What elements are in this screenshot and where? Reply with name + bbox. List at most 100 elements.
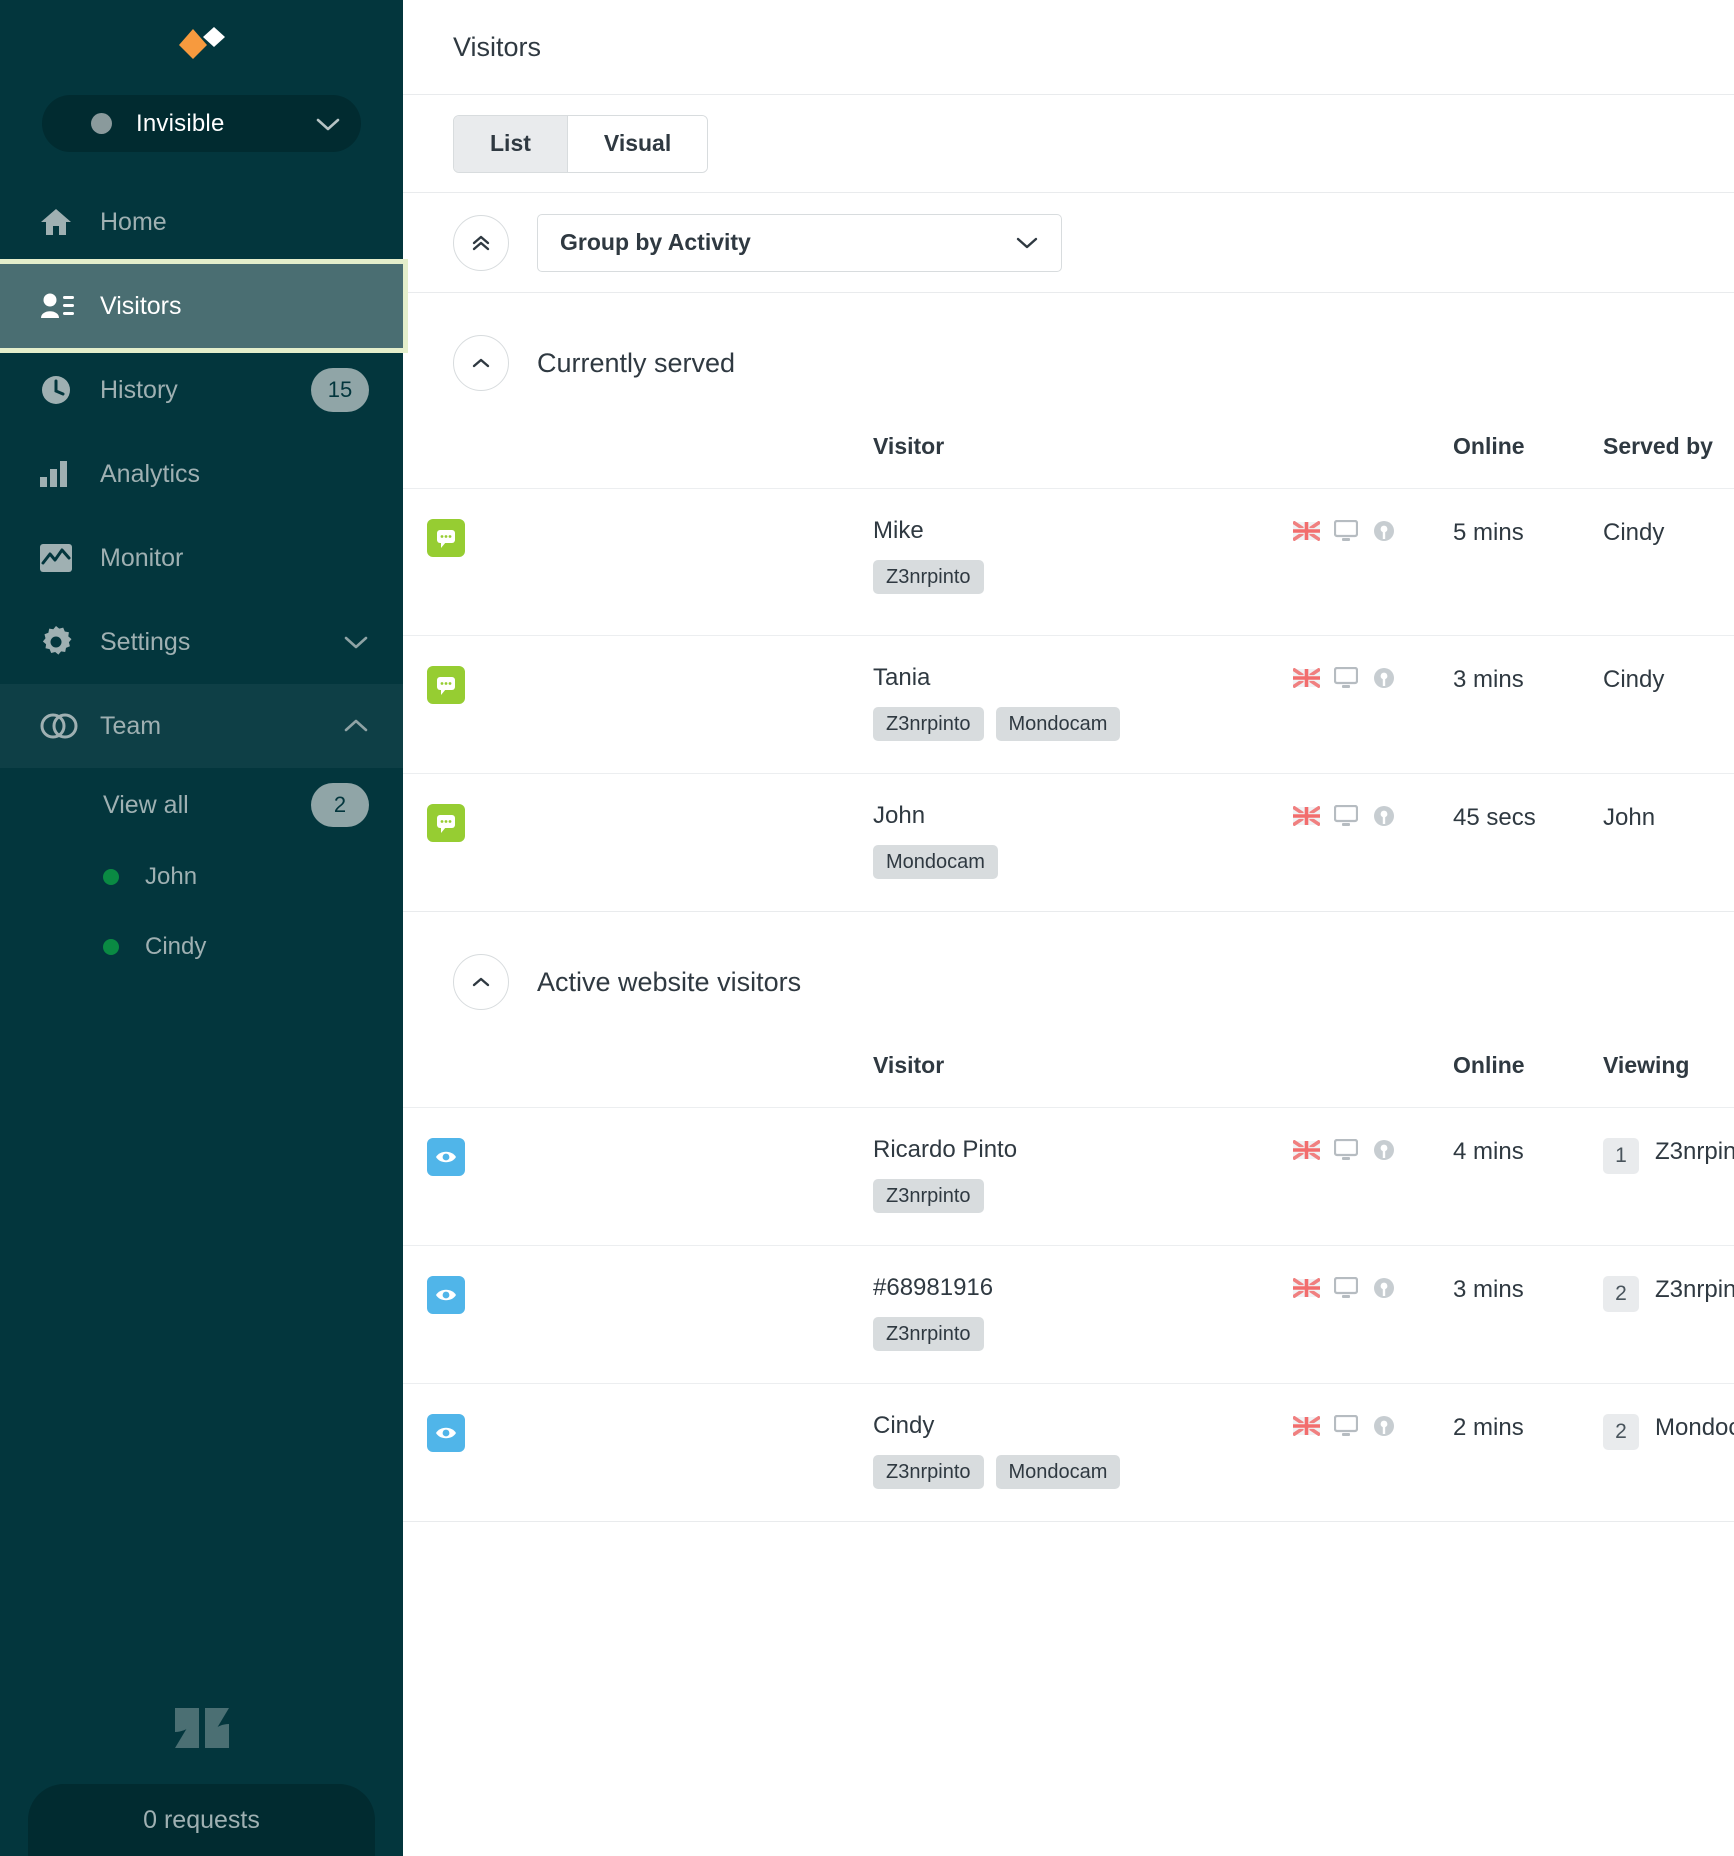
team-view-all[interactable]: View all 2 (0, 768, 403, 842)
served-by-cell: Cindy (1603, 488, 1734, 636)
team-submenu: View all 2 John Cindy (0, 768, 403, 998)
row-badge-cell (403, 1384, 873, 1522)
visitor-cell: Ricardo Pinto Z3nrpinto (873, 1107, 1293, 1246)
online-cell: 5 mins (1453, 488, 1603, 636)
table-header-row: Visitor Online Viewing (403, 1052, 1734, 1108)
requests-button[interactable]: 0 requests (28, 1784, 375, 1856)
table-row[interactable]: John Mondocam 45 secs John (403, 774, 1734, 912)
sidebar-item-settings[interactable]: Settings (0, 600, 403, 684)
spacer-col (403, 433, 873, 489)
chat-badge-icon (427, 519, 465, 557)
section-title: Currently served (537, 347, 736, 378)
location-icon (1372, 519, 1396, 543)
desktop-icon (1334, 520, 1358, 542)
online-cell: 4 mins (1453, 1107, 1603, 1246)
online-cell: 2 mins (1453, 1414, 1524, 1441)
uk-flag-icon (1293, 1416, 1320, 1436)
section-title: Active website visitors (537, 966, 802, 997)
sidebar-item-home[interactable]: Home (0, 180, 403, 264)
visitor-name: Cindy (873, 1412, 935, 1439)
team-view-all-label: View all (103, 790, 189, 819)
toolbar: Group by Activity (403, 193, 1734, 293)
column-viewing: Viewing (1603, 1052, 1734, 1108)
visitor-name: Ricardo Pinto (873, 1136, 1018, 1163)
table-row[interactable]: Tania Z3nrpinto Mondocam 3 mins Cindy (403, 635, 1734, 774)
section-toggle-button[interactable] (453, 335, 509, 391)
status-dot-icon (91, 113, 112, 134)
table-row[interactable]: Cindy Z3nrpinto Mondocam 2 mins 2 Mondo (403, 1384, 1734, 1522)
visitor-cell: Cindy Z3nrpinto Mondocam (873, 1384, 1293, 1522)
table-header: Visitor Online Viewing (403, 1052, 1734, 1108)
team-member-name: Cindy (145, 933, 207, 960)
agent-status-selector[interactable]: Invisible (42, 95, 361, 152)
visitor-name: #68981916 (873, 1274, 994, 1301)
online-status-dot-icon (103, 939, 119, 955)
viewing-page-label: Z3nrpinto (1655, 1138, 1734, 1165)
viewing-page-label: Mondocam (1655, 1414, 1734, 1441)
column-online: Online (1453, 433, 1603, 489)
chat-badge-icon (427, 666, 465, 704)
table-header-row: Visitor Online Served by Viewing (403, 433, 1734, 489)
chevron-down-icon (315, 116, 341, 132)
uk-flag-icon (1293, 668, 1320, 688)
table-row[interactable]: #68981916 Z3nrpinto 3 mins 2 Z3nrpin (403, 1245, 1734, 1384)
visitor-name: John (873, 802, 926, 829)
visitor-tags: Mondocam (873, 845, 1293, 879)
uk-flag-icon (1293, 1140, 1320, 1160)
viewing-count-chip: 1 (1603, 1138, 1639, 1174)
app-root: Invisible Home Visitors History 15 Analy… (0, 0, 1734, 1856)
active-visitors-table: Visitor Online Viewing Ricardo Pinto Z3n… (403, 1052, 1734, 1521)
tab-visual[interactable]: Visual (566, 115, 708, 172)
visitor-name: Mike (873, 517, 924, 544)
column-served-by: Served by (1603, 433, 1734, 489)
team-member-cindy[interactable]: Cindy (0, 912, 403, 982)
chevron-up-icon (343, 718, 369, 734)
row-badge-cell (403, 635, 873, 774)
eye-badge-icon (427, 1276, 465, 1314)
collapse-all-button[interactable] (453, 214, 509, 271)
table-row[interactable]: Ricardo Pinto Z3nrpinto 4 mins 1 Z3nrpin (403, 1107, 1734, 1246)
table-row[interactable]: Mike Z3nrpinto 5 mins Cindy (403, 488, 1734, 636)
row-badge-cell (403, 488, 873, 636)
column-icons (1293, 433, 1453, 489)
visitors-icon (40, 292, 82, 320)
visitor-tags: Z3nrpinto (873, 1179, 1293, 1213)
online-cell: 45 secs (1453, 804, 1536, 831)
tab-list[interactable]: List (454, 115, 567, 172)
team-icon (40, 713, 82, 739)
view-tabs: List Visual (453, 114, 709, 173)
agent-status-label: Invisible (136, 109, 225, 137)
row-badge-cell (403, 1245, 873, 1384)
tag: Z3nrpinto (873, 1455, 984, 1489)
device-icons-cell (1293, 1245, 1453, 1384)
device-icons-cell (1293, 1107, 1453, 1246)
tag: Z3nrpinto (873, 1317, 984, 1351)
sidebar: Invisible Home Visitors History 15 Analy… (0, 0, 408, 1856)
uk-flag-icon (1293, 1278, 1320, 1298)
column-online: Online (1453, 1052, 1603, 1108)
sidebar-item-analytics[interactable]: Analytics (0, 432, 403, 516)
uk-flag-icon (1293, 521, 1320, 541)
section-toggle-button[interactable] (453, 954, 509, 1010)
group-by-select[interactable]: Group by Activity (537, 213, 1062, 272)
double-chevron-up-icon (469, 231, 493, 255)
sidebar-item-history[interactable]: History 15 (0, 348, 403, 432)
zendesk-chat-logo-icon (178, 26, 225, 59)
team-count-badge: 2 (311, 783, 369, 827)
sidebar-item-monitor[interactable]: Monitor (0, 516, 403, 600)
team-member-john[interactable]: John (0, 842, 403, 912)
page-header: Visitors (403, 0, 1734, 95)
sidebar-item-team[interactable]: Team (0, 684, 403, 768)
section-header: Currently served (403, 293, 1734, 433)
viewing-count-chip: 2 (1603, 1276, 1639, 1312)
visitor-tags: Z3nrpinto Mondocam (873, 707, 1293, 741)
viewing-cell: 2 Z3nrpinto (1603, 1245, 1734, 1384)
sidebar-item-visitors[interactable]: Visitors (0, 259, 408, 353)
table-body: Mike Z3nrpinto 5 mins Cindy Tania Z3nrpi… (403, 488, 1734, 912)
column-icons (1293, 1052, 1453, 1108)
row-badge-cell (403, 774, 873, 912)
tag: Mondocam (995, 707, 1121, 741)
column-visitor: Visitor (873, 433, 1293, 489)
device-icons-cell (1293, 774, 1453, 912)
